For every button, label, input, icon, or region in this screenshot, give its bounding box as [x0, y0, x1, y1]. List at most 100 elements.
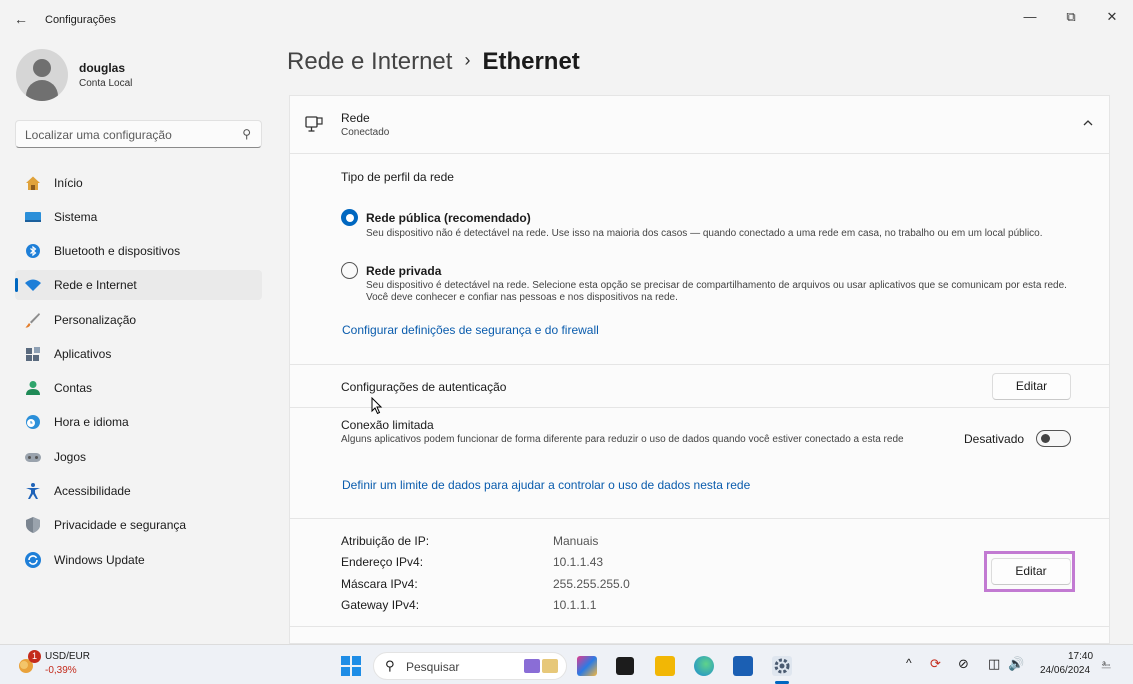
settings-taskbar-icon[interactable] [772, 656, 792, 676]
title-bar: ← Configurações — ⧉ ✕ [0, 0, 1133, 40]
brush-icon [24, 311, 42, 329]
back-arrow-icon[interactable]: ← [14, 11, 28, 27]
ethernet-icon [305, 115, 323, 136]
private-label: Rede privada [366, 264, 442, 278]
metered-label: Conexão limitada [341, 418, 434, 432]
ipv4-mask-value: 255.255.255.0 [553, 577, 630, 591]
sidebar-item-inicio[interactable]: Início [15, 168, 262, 198]
sidebar-item-label: Contas [54, 381, 93, 395]
metered-toggle[interactable] [1036, 430, 1071, 447]
breadcrumb-parent[interactable]: Rede e Internet [287, 48, 452, 75]
close-button[interactable]: ✕ [1094, 6, 1130, 28]
notification-bell-icon[interactable]: ⎁ [1101, 656, 1111, 672]
sidebar-item-personalizacao[interactable]: Personalização [15, 305, 262, 335]
gamepad-icon [24, 448, 42, 466]
sidebar-item-windows-update[interactable]: Windows Update [15, 545, 262, 575]
sidebar-item-label: Aplicativos [54, 347, 112, 361]
sidebar-item-jogos[interactable]: Jogos [15, 442, 262, 472]
sidebar-item-privacidade[interactable]: Privacidade e segurança [15, 510, 262, 540]
wifi-icon [24, 276, 42, 294]
taskbar-search[interactable]: ⚲ Pesquisar [373, 652, 567, 680]
ipv4-gateway-value: 10.1.1.1 [553, 598, 597, 612]
ipv4-mask-label: Máscara IPv4: [341, 577, 418, 591]
shield-icon [24, 516, 42, 534]
clock-date[interactable]: 24/06/2024 [1040, 665, 1090, 676]
ipv4-address-value: 10.1.1.43 [553, 555, 604, 569]
display-icon[interactable]: ◫ [988, 656, 1000, 672]
divider [289, 153, 1110, 154]
auth-edit-button[interactable]: Editar [992, 373, 1071, 400]
start-icon[interactable] [340, 655, 362, 680]
clock-time[interactable]: 17:40 [1068, 651, 1093, 662]
chevron-up-icon[interactable]: ^ [906, 656, 912, 670]
accounts-icon [24, 379, 42, 397]
ip-assignment-label: Atribuição de IP: [341, 534, 430, 548]
sidebar-item-hora-idioma[interactable]: Hora e idioma [15, 407, 262, 437]
search-icon: ⚲ [385, 658, 395, 673]
search-highlight-icon [524, 657, 560, 678]
search-input[interactable]: Localizar uma configuração ⚲ [15, 120, 262, 148]
public-label: Rede pública (recomendado) [366, 211, 531, 225]
app-title: Configurações [45, 14, 116, 26]
sidebar-item-bluetooth[interactable]: Bluetooth e dispositivos [15, 236, 262, 266]
bluetooth-icon [24, 242, 42, 260]
widget-title: USD/EUR [45, 651, 91, 662]
accessibility-icon [24, 482, 42, 500]
network-name: Rede [341, 111, 370, 125]
file-explorer-icon[interactable] [655, 656, 675, 676]
account-type: Conta Local [79, 78, 133, 89]
sidebar-item-label: Windows Update [54, 553, 145, 567]
firewall-link[interactable]: Configurar definições de segurança e do … [342, 323, 599, 337]
radio-public[interactable] [341, 209, 358, 226]
apps-icon [24, 345, 42, 363]
store-icon[interactable] [733, 656, 753, 676]
search-placeholder: Localizar uma configuração [25, 128, 172, 142]
sidebar-item-label: Bluetooth e dispositivos [54, 244, 181, 258]
page-title: Ethernet [482, 48, 580, 75]
edge-icon[interactable] [694, 656, 714, 676]
sidebar-item-label: Sistema [54, 210, 98, 224]
task-view-icon[interactable] [616, 657, 634, 675]
sidebar-item-aplicativos[interactable]: Aplicativos [15, 339, 262, 369]
divider [289, 518, 1110, 519]
sidebar-item-label: Jogos [54, 450, 87, 464]
sidebar-item-label: Hora e idioma [54, 415, 129, 429]
ipv4-gateway-label: Gateway IPv4: [341, 598, 420, 612]
user-name: douglas [79, 61, 126, 75]
sidebar-item-label: Início [54, 176, 83, 190]
sidebar-item-contas[interactable]: Contas [15, 373, 262, 403]
minimize-button[interactable]: — [1012, 6, 1048, 28]
search-icon: ⚲ [242, 127, 251, 141]
divider [289, 626, 1110, 627]
volume-icon[interactable]: 🔊 [1008, 656, 1024, 672]
system-icon [24, 208, 42, 226]
chevron-up-icon[interactable] [1082, 117, 1094, 131]
ipv4-address-label: Endereço IPv4: [341, 555, 424, 569]
sidebar-item-rede-internet[interactable]: Rede e Internet [15, 270, 262, 300]
time-language-icon [24, 413, 42, 431]
network-off-icon[interactable]: ⊘ [958, 656, 969, 672]
copilot-icon[interactable] [577, 656, 597, 676]
sidebar-item-label: Personalização [54, 313, 137, 327]
sidebar-item-sistema[interactable]: Sistema [15, 202, 262, 232]
breadcrumb-separator: › [464, 50, 471, 70]
taskbar-search-placeholder: Pesquisar [406, 660, 460, 674]
mouse-cursor-icon [371, 396, 383, 418]
sync-icon[interactable]: ⟳ [930, 656, 941, 672]
sidebar-item-label: Privacidade e segurança [54, 518, 187, 532]
active-indicator [15, 278, 18, 292]
divider [289, 364, 1110, 365]
metered-state: Desativado [964, 432, 1025, 446]
radio-private[interactable] [341, 262, 358, 279]
ip-assignment-value: Manuais [553, 534, 599, 548]
auth-label: Configurações de autenticação [341, 380, 507, 394]
home-icon [24, 174, 42, 192]
sidebar-item-label: Acessibilidade [54, 484, 131, 498]
sidebar-item-acessibilidade[interactable]: Acessibilidade [15, 476, 262, 506]
taskbar: 1 USD/EUR -0,39% ⚲ Pesquisar ^ ⟳ ⊘ ◫ 🔊 1… [0, 644, 1133, 684]
avatar[interactable] [16, 49, 68, 101]
network-status: Conectado [341, 127, 390, 138]
restore-button[interactable]: ⧉ [1053, 6, 1089, 28]
widget-change: -0,39% [45, 665, 77, 676]
data-limit-link[interactable]: Definir um limite de dados para ajudar a… [342, 478, 750, 492]
